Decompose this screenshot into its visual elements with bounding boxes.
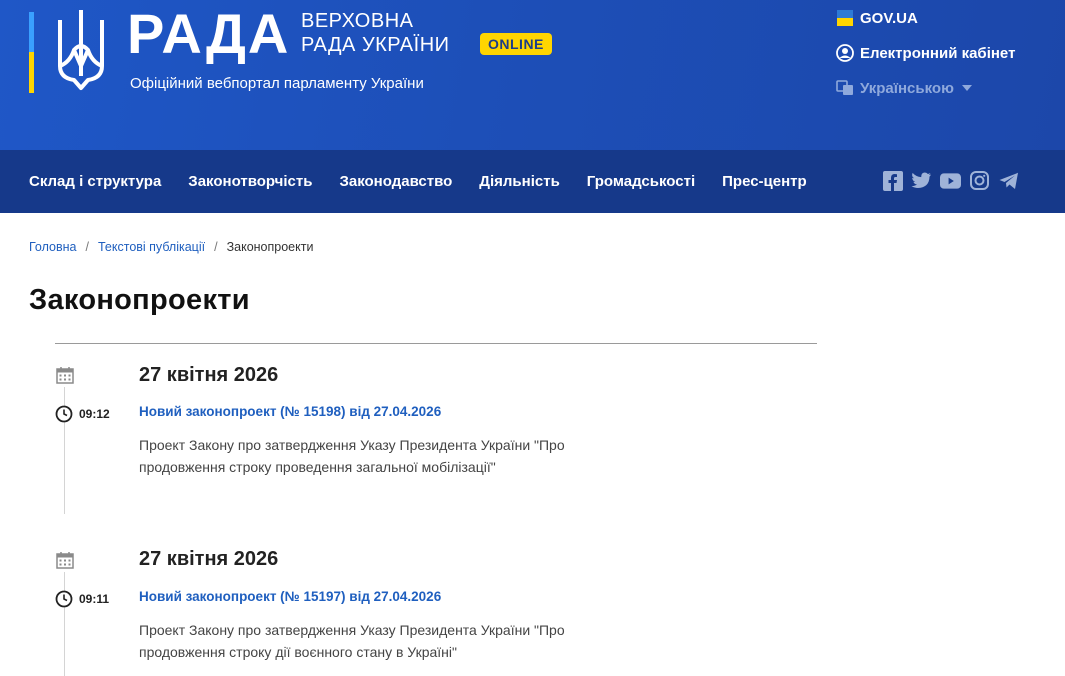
entry-description: Проект Закону про затвердження Указу Пре… bbox=[139, 437, 565, 475]
calendar-icon bbox=[56, 552, 74, 569]
divider bbox=[55, 343, 817, 344]
bill-link[interactable]: Новий законопроект (№ 15197) від 27.04.2… bbox=[139, 589, 441, 604]
user-icon bbox=[836, 44, 854, 62]
nav-item-press[interactable]: Прес-центр bbox=[722, 173, 807, 190]
nav-item-legislation[interactable]: Законодавство bbox=[339, 173, 452, 190]
nav-item-structure[interactable]: Склад і структура bbox=[29, 173, 161, 190]
facebook-icon[interactable] bbox=[882, 170, 903, 191]
site-header: РАДА ВЕРХОВНА РАДА УКРАЇНИ ONLINE Офіцій… bbox=[0, 0, 1065, 150]
entry-time: 09:11 bbox=[79, 592, 110, 606]
breadcrumb-publications[interactable]: Текстові публікації bbox=[98, 240, 205, 254]
site-tagline: Офіційний вебпортал парламенту України bbox=[130, 75, 424, 92]
logo-subtitle-line2: РАДА УКРАЇНИ bbox=[301, 34, 450, 56]
flag-bar bbox=[29, 12, 34, 93]
bill-link[interactable]: Новий законопроект (№ 15198) від 27.04.2… bbox=[139, 404, 441, 419]
breadcrumb: Головна / Текстові публікації / Законопр… bbox=[29, 240, 313, 254]
trident-logo-icon[interactable] bbox=[52, 6, 110, 94]
entry-time: 09:12 bbox=[79, 407, 110, 421]
clock-icon bbox=[55, 590, 73, 608]
twitter-icon[interactable] bbox=[911, 170, 932, 191]
telegram-icon[interactable] bbox=[998, 170, 1019, 191]
nav-item-activity[interactable]: Діяльність bbox=[479, 173, 560, 190]
gov-ua-link[interactable]: GOV.UA bbox=[836, 8, 1015, 28]
chevron-down-icon bbox=[961, 85, 972, 91]
entry-date: 27 квітня 2026 bbox=[139, 548, 279, 570]
gov-ua-label: GOV.UA bbox=[860, 9, 918, 27]
nav-item-lawmaking[interactable]: Законотворчість bbox=[188, 173, 312, 190]
online-badge[interactable]: ONLINE bbox=[480, 33, 552, 55]
header-utility-links: GOV.UA Електронний кабінет Українською bbox=[836, 8, 1015, 113]
language-selector[interactable]: Українською bbox=[836, 78, 1015, 98]
page-title: Законопроекти bbox=[29, 284, 250, 316]
nav-item-public[interactable]: Громадськості bbox=[587, 173, 695, 190]
clock-icon bbox=[55, 405, 73, 423]
logo-subtitle-line1: ВЕРХОВНА bbox=[301, 10, 414, 32]
breadcrumb-home[interactable]: Головна bbox=[29, 240, 77, 254]
cabinet-label: Електронний кабінет bbox=[860, 44, 1016, 62]
logo-wordmark[interactable]: РАДА bbox=[127, 2, 290, 66]
breadcrumb-separator: / bbox=[214, 240, 218, 254]
youtube-icon[interactable] bbox=[940, 170, 961, 191]
timeline-line bbox=[64, 572, 65, 676]
breadcrumb-separator: / bbox=[85, 240, 89, 254]
social-links bbox=[882, 170, 1019, 191]
ukraine-flag-icon bbox=[837, 10, 853, 26]
cabinet-link[interactable]: Електронний кабінет bbox=[836, 43, 1015, 63]
entry-date: 27 квітня 2026 bbox=[139, 364, 279, 386]
entry-description: Проект Закону про затвердження Указу Пре… bbox=[139, 622, 565, 660]
instagram-icon[interactable] bbox=[969, 170, 990, 191]
translate-icon bbox=[836, 80, 853, 95]
logo-subtitle: ВЕРХОВНА РАДА УКРАЇНИ bbox=[301, 9, 450, 57]
language-label: Українською bbox=[860, 79, 954, 97]
calendar-icon bbox=[56, 367, 74, 384]
breadcrumb-current: Законопроекти bbox=[226, 240, 314, 254]
